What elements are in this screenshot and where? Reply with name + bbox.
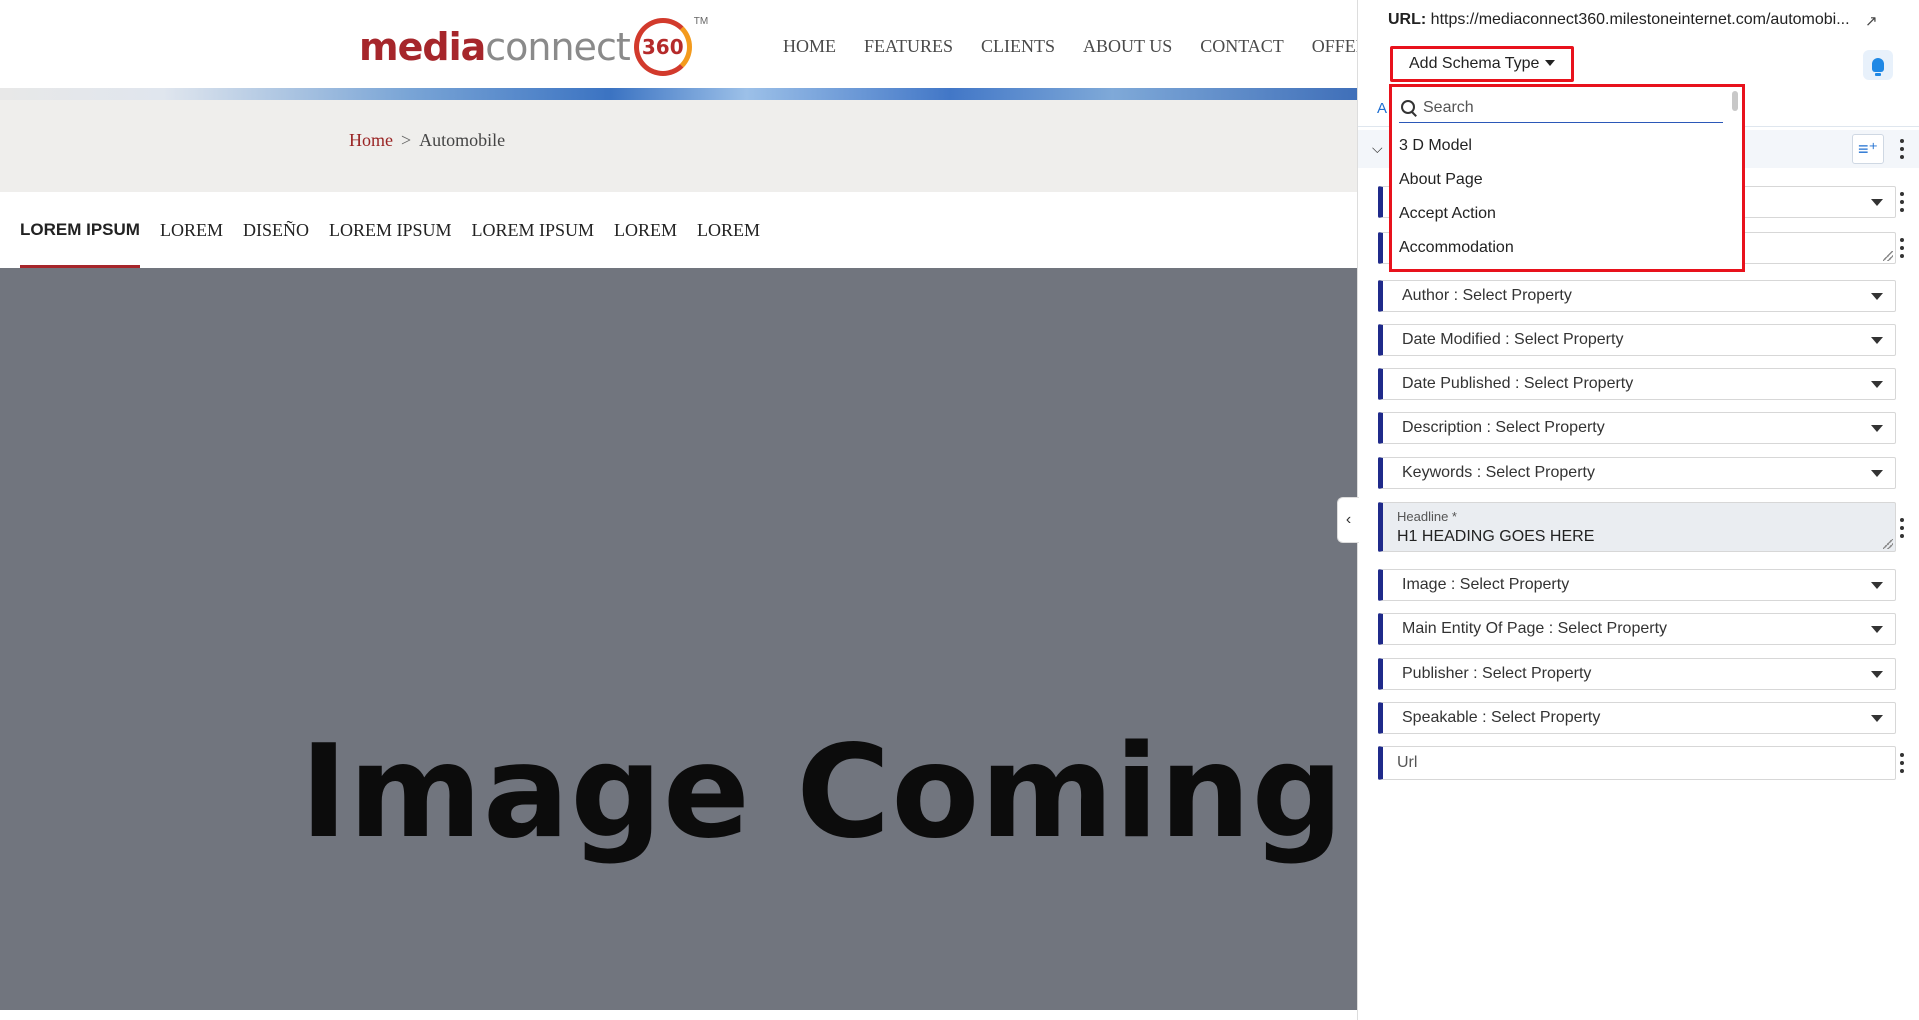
category-tab-2[interactable]: LOREM	[160, 192, 223, 268]
add-property-icon[interactable]: ≡⁺	[1852, 134, 1884, 164]
dropdown-arrow-icon	[1871, 582, 1883, 589]
dropdown-arrow-icon	[1871, 199, 1883, 206]
category-tab-5[interactable]: LOREM IPSUM	[471, 192, 594, 268]
schema-search-input[interactable]	[1423, 98, 1713, 117]
dropdown-arrow-icon	[1871, 626, 1883, 633]
dropdown-scrollbar[interactable]	[1732, 91, 1738, 111]
collapse-panel-chevron-left-icon[interactable]: ‹	[1337, 497, 1359, 543]
author-property-select[interactable]: Author : Select Property	[1378, 280, 1896, 312]
schema-option-3d-model[interactable]: 3 D Model	[1399, 129, 1719, 163]
date-modified-property-select[interactable]: Date Modified : Select Property	[1378, 324, 1896, 356]
url-input[interactable]: Url	[1378, 746, 1896, 780]
website-preview: media connect 360 TM HOME FEATURES CLIEN…	[0, 0, 1357, 1020]
headline-label: Headline *	[1397, 509, 1457, 524]
schema-option-accommodation[interactable]: Accommodation	[1399, 231, 1719, 265]
panel-tab[interactable]: A	[1377, 100, 1387, 117]
category-tab-1[interactable]: LOREM IPSUM	[20, 192, 140, 268]
site-header: media connect 360 TM HOME FEATURES CLIEN…	[0, 0, 1357, 100]
nav-features[interactable]: FEATURES	[864, 36, 953, 57]
lightbulb-icon[interactable]	[1863, 50, 1893, 80]
breadcrumb-separator: >	[401, 130, 412, 150]
nav-clients[interactable]: CLIENTS	[981, 36, 1055, 57]
headline-more-icon[interactable]	[1899, 518, 1905, 538]
url-label: URL:	[1388, 11, 1427, 28]
site-logo[interactable]: media connect 360 TM	[359, 12, 708, 82]
external-link-icon[interactable]: ↗	[1865, 12, 1878, 30]
logo-word-connect: connect	[485, 25, 630, 69]
publisher-property-select[interactable]: Publisher : Select Property	[1378, 658, 1896, 690]
speakable-property-select[interactable]: Speakable : Select Property	[1378, 702, 1896, 734]
search-icon	[1401, 99, 1417, 116]
schema-search-box	[1399, 93, 1723, 123]
category-tab-7[interactable]: LOREM	[697, 192, 760, 268]
schema-option-about-page[interactable]: About Page	[1399, 163, 1719, 197]
category-tab-3[interactable]: DISEÑO	[243, 192, 309, 268]
url-more-icon[interactable]	[1899, 753, 1905, 773]
category-tab-4[interactable]: LOREM IPSUM	[329, 192, 452, 268]
dropdown-arrow-icon	[1871, 671, 1883, 678]
schema-panel: URL: https://mediaconnect360.milestonein…	[1357, 0, 1919, 1020]
dropdown-arrow-icon	[1871, 470, 1883, 477]
logo-360-badge: 360	[633, 18, 692, 76]
add-schema-type-label: Add Schema Type	[1409, 55, 1540, 72]
add-schema-type-button[interactable]: Add Schema Type	[1390, 46, 1575, 82]
url-value: https://mediaconnect360.milestoneinterne…	[1430, 11, 1850, 28]
resize-grip-icon	[1883, 251, 1893, 261]
row-more-icon[interactable]	[1899, 238, 1905, 258]
breadcrumb-bar: Home > Automobile	[0, 100, 1357, 192]
dropdown-arrow-icon	[1871, 715, 1883, 722]
header-decor-strip	[0, 88, 1357, 100]
description-property-select[interactable]: Description : Select Property	[1378, 412, 1896, 444]
schema-options-list: 3 D Model About Page Accept Action Accom…	[1399, 129, 1719, 265]
section-more-icon[interactable]	[1899, 139, 1905, 159]
dropdown-arrow-icon	[1871, 425, 1883, 432]
chevron-down-icon[interactable]: ⌵	[1372, 140, 1383, 157]
dropdown-arrow-icon	[1871, 337, 1883, 344]
dropdown-arrow-icon	[1871, 381, 1883, 388]
schema-option-accept-action[interactable]: Accept Action	[1399, 197, 1719, 231]
nav-offer[interactable]: OFFER	[1312, 36, 1357, 57]
top-nav: HOME FEATURES CLIENTS ABOUT US CONTACT O…	[783, 36, 1357, 57]
hero-image-placeholder: Image Coming S	[0, 268, 1357, 1010]
resize-grip-icon	[1883, 539, 1893, 549]
date-published-property-select[interactable]: Date Published : Select Property	[1378, 368, 1896, 400]
breadcrumb: Home > Automobile	[349, 130, 505, 151]
logo-word-media: media	[359, 25, 486, 69]
nav-about-us[interactable]: ABOUT US	[1083, 36, 1172, 57]
headline-textarea[interactable]: Headline * H1 HEADING GOES HERE	[1378, 502, 1896, 552]
caret-down-icon	[1545, 60, 1556, 66]
main-entity-property-select[interactable]: Main Entity Of Page : Select Property	[1378, 613, 1896, 645]
schema-type-dropdown: 3 D Model About Page Accept Action Accom…	[1389, 84, 1745, 272]
headline-value: H1 HEADING GOES HERE	[1397, 528, 1595, 545]
category-tab-6[interactable]: LOREM	[614, 192, 677, 268]
breadcrumb-home[interactable]: Home	[349, 130, 393, 150]
row-more-icon[interactable]	[1899, 192, 1905, 212]
logo-trademark: TM	[693, 16, 709, 27]
hero-placeholder-text: Image Coming S	[300, 718, 1357, 867]
nav-home[interactable]: HOME	[783, 36, 836, 57]
breadcrumb-current: Automobile	[419, 130, 506, 150]
image-property-select[interactable]: Image : Select Property	[1378, 569, 1896, 601]
category-tabs: LOREM IPSUM LOREM DISEÑO LOREM IPSUM LOR…	[0, 192, 1357, 268]
page-url-row: URL: https://mediaconnect360.milestonein…	[1388, 11, 1888, 30]
keywords-property-select[interactable]: Keywords : Select Property	[1378, 457, 1896, 489]
dropdown-arrow-icon	[1871, 293, 1883, 300]
nav-contact[interactable]: CONTACT	[1200, 36, 1284, 57]
